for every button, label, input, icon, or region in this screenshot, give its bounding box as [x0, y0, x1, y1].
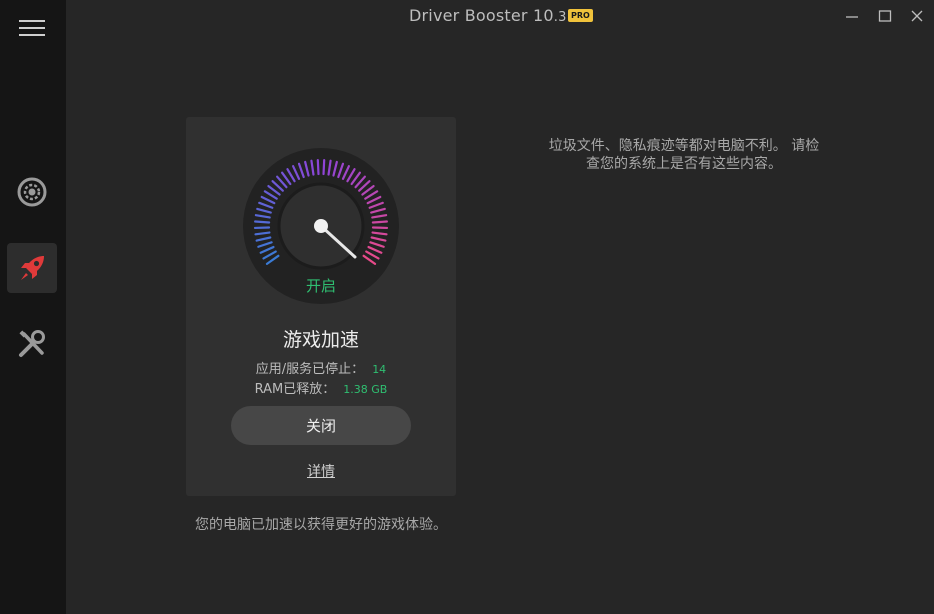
- boost-caption: 您的电脑已加速以获得更好的游戏体验。: [195, 517, 447, 533]
- gauge-tick: [322, 158, 326, 176]
- sidebar-item-tools[interactable]: [7, 319, 57, 369]
- app-version: .3: [553, 10, 567, 25]
- turn-off-button[interactable]: 关闭: [231, 406, 411, 445]
- sidebar-item-optimize[interactable]: [7, 167, 57, 217]
- card-title: 游戏加速: [282, 329, 359, 351]
- stat-label: 应用/服务已停止：: [255, 362, 365, 377]
- sidebar: [0, 0, 66, 614]
- app-title: Driver Booster 10.3: [409, 6, 567, 25]
- gauge-hub: [314, 219, 328, 233]
- maximize-icon: [878, 10, 892, 22]
- hamburger-menu-icon[interactable]: [19, 20, 45, 38]
- stat-value: 1.38 GB: [343, 383, 388, 396]
- maximize-button[interactable]: [875, 6, 895, 26]
- stat-value: 14: [372, 363, 387, 376]
- rocket-icon: [21, 256, 44, 280]
- close-icon: [911, 10, 923, 22]
- gauge-tick: [254, 220, 271, 224]
- junk-files-message: 垃圾文件、隐私痕迹等都对电脑不利。 请检查您的系统上是否有这些内容。: [548, 138, 820, 172]
- gauge-tick: [316, 158, 320, 176]
- gear-icon: [17, 177, 47, 207]
- game-boost-card: 开启 游戏加速 应用/服务已停止： 14 RAM已释放： 1.38 GB 关闭 详情: [186, 117, 456, 496]
- minimize-icon: [846, 16, 858, 18]
- pro-badge: PRO: [568, 9, 593, 22]
- sidebar-item-boost[interactable]: [7, 243, 57, 293]
- details-link[interactable]: 详情: [186, 461, 456, 481]
- gauge-tick: [371, 220, 388, 224]
- boost-status-label: 开启: [305, 277, 336, 295]
- stat-label: RAM已释放：: [254, 382, 336, 397]
- tools-icon: [19, 330, 45, 357]
- stat-ram-freed: RAM已释放： 1.38 GB: [186, 378, 456, 397]
- close-window-button[interactable]: [907, 6, 927, 26]
- stat-services-stopped: 应用/服务已停止： 14: [186, 358, 456, 377]
- minimize-button[interactable]: [842, 6, 862, 26]
